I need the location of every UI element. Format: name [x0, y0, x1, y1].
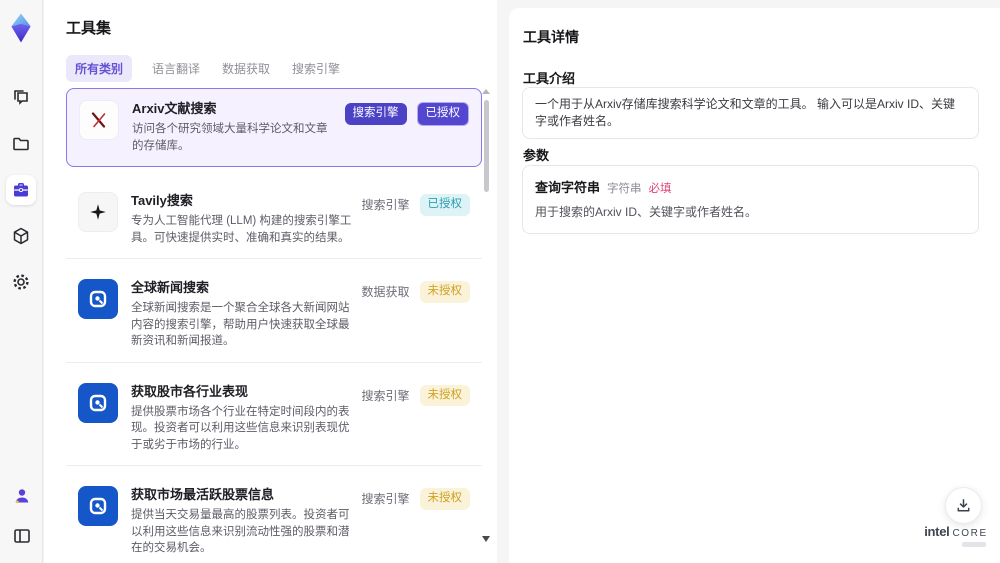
- tool-list-panel: 工具集 所有类别 语言翻译 数据获取 搜索引擎 Arxiv文献搜索 访问各个研究…: [44, 0, 497, 563]
- app-window: 工具集 所有类别 语言翻译 数据获取 搜索引擎 Arxiv文献搜索 访问各个研究…: [0, 0, 1000, 563]
- param-description: 用于搜索的Arxiv ID、关键字或作者姓名。: [535, 205, 758, 219]
- tool-detail-panel: 工具详情 工具介绍 一个用于从Arxiv存储库搜索科学论文和文章的工具。 输入可…: [509, 8, 1000, 563]
- tool-card-arxiv[interactable]: Arxiv文献搜索 访问各个研究领域大量科学论文和文章的存储库。 搜索引擎 已授…: [66, 88, 482, 167]
- intel-core-logo: intel CORE: [922, 524, 990, 547]
- detail-title: 工具详情: [523, 29, 579, 45]
- cube-icon: [13, 227, 29, 245]
- tab-data-fetch[interactable]: 数据获取: [220, 55, 272, 82]
- sidebar-item-tools[interactable]: [6, 175, 36, 205]
- tool-name: 获取市场最活跃股票信息: [131, 487, 275, 502]
- category-label: 搜索引擎: [361, 198, 410, 213]
- folder-icon: [13, 137, 29, 151]
- category-tabs: 所有类别 语言翻译 数据获取 搜索引擎: [66, 55, 342, 82]
- chat-icon: [14, 90, 28, 105]
- toolbox-icon: [14, 183, 28, 197]
- params-heading: 参数: [523, 148, 550, 163]
- global-news-icon: [78, 279, 118, 319]
- tool-description: 提供当天交易量最高的股票列表。投资者可以利用这些信息来识别流动性强的股票和潜在的…: [131, 509, 350, 554]
- sidebar-item-panel-toggle[interactable]: [7, 521, 37, 551]
- scrollbar-thumb[interactable]: [484, 100, 489, 192]
- auth-status-badge: 未授权: [419, 384, 470, 406]
- tool-card-global-news[interactable]: 全球新闻搜索 全球新闻搜索是一个聚合全球各大新闻网站内容的搜索引擎，帮助用户快速…: [66, 268, 482, 363]
- param-required-badge: 必填: [648, 183, 672, 195]
- page-title: 工具集: [66, 20, 112, 37]
- param-box: 查询字符串 字符串 必填 用于搜索的Arxiv ID、关键字或作者姓名。: [522, 165, 979, 234]
- scroll-down-arrow[interactable]: [482, 536, 490, 542]
- app-logo-icon: [11, 13, 31, 43]
- intro-text: 一个用于从Arxiv存储库搜索科学论文和文章的工具。 输入可以是Arxiv ID…: [535, 97, 956, 128]
- scroll-up-arrow[interactable]: [482, 89, 490, 94]
- tavily-icon: [78, 192, 118, 232]
- tool-description: 专为人工智能代理 (LLM) 构建的搜索引擎工具。可快速提供实时、准确和真实的结…: [131, 215, 352, 244]
- tool-name: Arxiv文献搜索: [132, 101, 217, 116]
- tool-name: 获取股市各行业表现: [131, 383, 249, 399]
- panel-toggle-icon: [13, 529, 30, 543]
- category-label: 搜索引擎: [361, 388, 410, 403]
- user-icon: [15, 489, 28, 504]
- tool-card-most-active-stocks[interactable]: 获取市场最活跃股票信息 提供当天交易量最高的股票列表。投资者可以利用这些信息来识…: [66, 475, 482, 563]
- auth-status-badge: 已授权: [419, 194, 470, 216]
- tool-card-sector-performance[interactable]: 获取股市各行业表现 提供股票市场各个行业在特定时间段内的表现。投资者可以利用这些…: [66, 371, 482, 466]
- auth-status-badge: 未授权: [419, 281, 470, 303]
- category-label: 搜索引擎: [361, 492, 410, 507]
- tab-translation[interactable]: 语言翻译: [150, 55, 202, 82]
- gear-icon: [13, 274, 29, 290]
- param-type: 字符串: [607, 183, 642, 195]
- download-icon: [957, 499, 970, 512]
- intro-heading: 工具介绍: [523, 71, 576, 86]
- param-name: 查询字符串: [535, 180, 601, 195]
- intel-core-subtext: [962, 542, 986, 547]
- icon-sidebar: [0, 0, 43, 563]
- category-badge: 搜索引擎: [344, 103, 407, 125]
- core-wordmark: CORE: [952, 528, 988, 539]
- stock-search-icon: [78, 486, 118, 526]
- intel-wordmark: intel: [924, 524, 950, 539]
- sidebar-item-user[interactable]: [7, 481, 37, 511]
- tab-all-categories[interactable]: 所有类别: [66, 55, 133, 82]
- tab-search-engine[interactable]: 搜索引擎: [290, 55, 342, 82]
- tool-description: 访问各个研究领域大量科学论文和文章的存储库。: [132, 123, 328, 152]
- sidebar-item-settings[interactable]: [6, 267, 36, 297]
- tool-name: 全球新闻搜索: [131, 280, 210, 295]
- tool-description: 提供股票市场各个行业在特定时间段内的表现。投资者可以利用这些信息来识别表现优于或…: [131, 405, 350, 451]
- download-button[interactable]: [945, 487, 982, 524]
- sidebar-item-plugins[interactable]: [6, 221, 36, 251]
- intro-box: 一个用于从Arxiv存储库搜索科学论文和文章的工具。 输入可以是Arxiv ID…: [522, 87, 979, 139]
- arxiv-icon: [79, 100, 119, 140]
- stock-search-icon: [78, 382, 118, 423]
- sidebar-item-files[interactable]: [6, 129, 36, 159]
- tool-description: 全球新闻搜索是一个聚合全球各大新闻网站内容的搜索引擎，帮助用户快速获取全球最新资…: [131, 302, 350, 347]
- auth-status-badge: 未授权: [419, 488, 470, 510]
- tool-name: Tavily搜索: [131, 193, 193, 208]
- tool-list: Arxiv文献搜索 访问各个研究领域大量科学论文和文章的存储库。 搜索引擎 已授…: [66, 88, 482, 563]
- auth-status-badge: 已授权: [416, 102, 469, 126]
- category-label: 数据获取: [361, 285, 410, 300]
- sidebar-item-chat[interactable]: [6, 83, 36, 113]
- tool-card-tavily[interactable]: Tavily搜索 专为人工智能代理 (LLM) 构建的搜索引擎工具。可快速提供实…: [66, 181, 482, 259]
